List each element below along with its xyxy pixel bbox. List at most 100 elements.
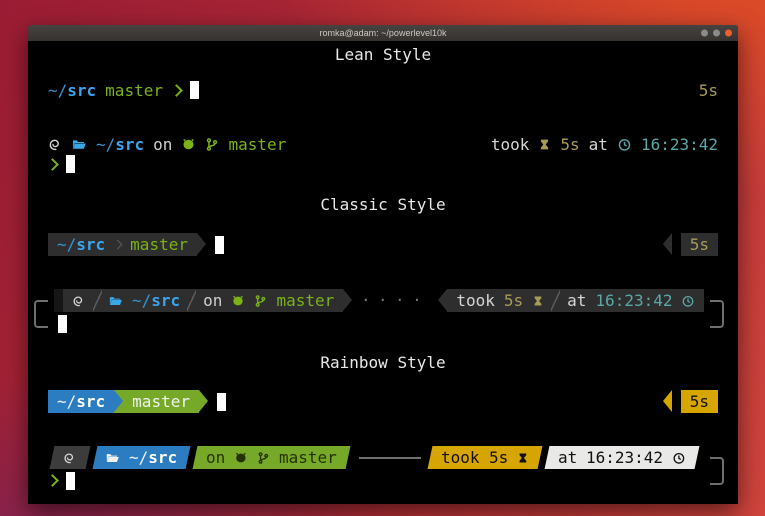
dir-name: src [148,448,177,467]
classic-left-segment: ~/src on master [54,289,352,312]
git-branch-label: master [105,81,163,100]
git-branch-label: master [132,392,190,411]
dir-name: src [67,81,96,100]
time-label: 16:23:42 [586,448,663,467]
powerline-arrow-icon [663,233,672,255]
powerline-arrow-icon [114,390,123,412]
git-branch-icon [254,294,267,308]
classic-right-segment: took 5s at 16:23:42 [438,289,704,312]
text-cursor [66,472,75,490]
clock-icon [681,294,695,308]
gap-filler-dots: ···· [361,289,429,312]
segment-joint [114,390,123,413]
duration-label: 5s [699,81,718,100]
duration-label: 5s [488,448,507,467]
powerline-arrow-icon [343,289,352,311]
terminal-screen[interactable]: Lean Style ~/src master 5s ~/src on [28,41,738,504]
on-word: on [206,448,225,467]
took-word: took [456,291,495,310]
duration-label: 5s [560,135,579,154]
folder-icon [72,137,87,152]
current-directory: ~/src [132,291,180,310]
git-branch-label: master [228,135,286,154]
slash-separator [187,289,196,312]
slash-separator [93,289,102,312]
text-cursor [190,81,199,99]
duration-label: 5s [690,392,709,411]
git-branch-label: master [276,291,334,310]
text-cursor [58,315,67,333]
octocat-icon [231,294,245,308]
os-segment [50,446,91,469]
segment-separator-icon [113,240,123,250]
dir-prefix: ~/ [57,392,76,411]
dir-prefix: ~/ [96,135,115,154]
on-word: on [203,291,222,310]
lean-oneline-prompt: ~/src master 5s [48,80,718,100]
dir-name: src [151,291,180,310]
current-directory: ~/src [48,81,96,100]
classic-heading: Classic Style [48,195,718,215]
prompt-frame-left [34,300,48,328]
minimize-button[interactable] [701,30,708,37]
dir-prefix: ~/ [57,235,76,254]
octocat-icon [181,137,196,152]
lean-heading: Lean Style [48,45,718,65]
hourglass-icon [532,294,544,308]
prompt-frame-right [710,457,724,485]
segment-lead-cap [54,289,63,312]
hourglass-icon [517,451,529,465]
duration-label: 5s [690,235,709,254]
clock-icon [672,451,686,465]
powerline-arrow-icon [438,289,447,311]
rainbow-left-segment: ~/src master [48,390,208,413]
lean-twoline-prompt: ~/src on master took 5s at [48,134,718,174]
debian-swirl-icon [48,137,63,152]
dir-name: src [76,392,105,411]
current-directory: ~/src [129,448,177,467]
dir-name: src [115,135,144,154]
prompt-frame-right [710,300,724,328]
close-button[interactable] [725,30,732,37]
git-branch-label: master [279,448,337,467]
classic-right-segment: 5s [663,233,718,256]
slash-separator [551,289,560,312]
duration-segment: took 5s [427,446,542,469]
chevron-right-icon [46,158,59,171]
dir-prefix: ~/ [48,81,67,100]
git-branch-icon [257,451,270,465]
dir-prefix: ~/ [132,291,151,310]
current-directory: ~/src [57,235,105,254]
at-word: at [567,291,586,310]
folder-icon [106,451,120,465]
maximize-button[interactable] [713,30,720,37]
rainbow-twoline-prompt: ~/src on master took 5s [48,446,718,492]
at-word: at [558,448,577,467]
dir-prefix: ~/ [129,448,148,467]
dir-name: src [76,235,105,254]
powerline-arrow-icon [199,390,208,412]
chevron-right-icon [46,474,59,487]
current-directory: ~/src [96,135,144,154]
current-directory: ~/src [57,392,105,411]
window-buttons [701,30,732,37]
classic-oneline-prompt: ~/src master 5s [48,233,718,256]
rainbow-oneline-prompt: ~/src master 5s [48,390,718,413]
text-cursor [217,393,226,411]
window-title: romka@adam: ~/powerlevel10k [320,28,447,38]
time-label: 16:23:42 [641,135,718,154]
clock-icon [617,137,632,152]
powerline-arrow-icon [197,233,206,255]
git-segment: on master [193,446,351,469]
git-branch-icon [205,137,219,152]
directory-segment: ~/src [93,446,191,469]
terminal-window: romka@adam: ~/powerlevel10k Lean Style ~… [28,25,738,504]
text-cursor [215,236,224,254]
at-word: at [589,135,608,154]
titlebar[interactable]: romka@adam: ~/powerlevel10k [28,25,738,41]
took-word: took [491,135,530,154]
on-word: on [153,135,172,154]
text-cursor [66,155,75,173]
took-word: took [441,448,480,467]
folder-icon [109,294,123,308]
